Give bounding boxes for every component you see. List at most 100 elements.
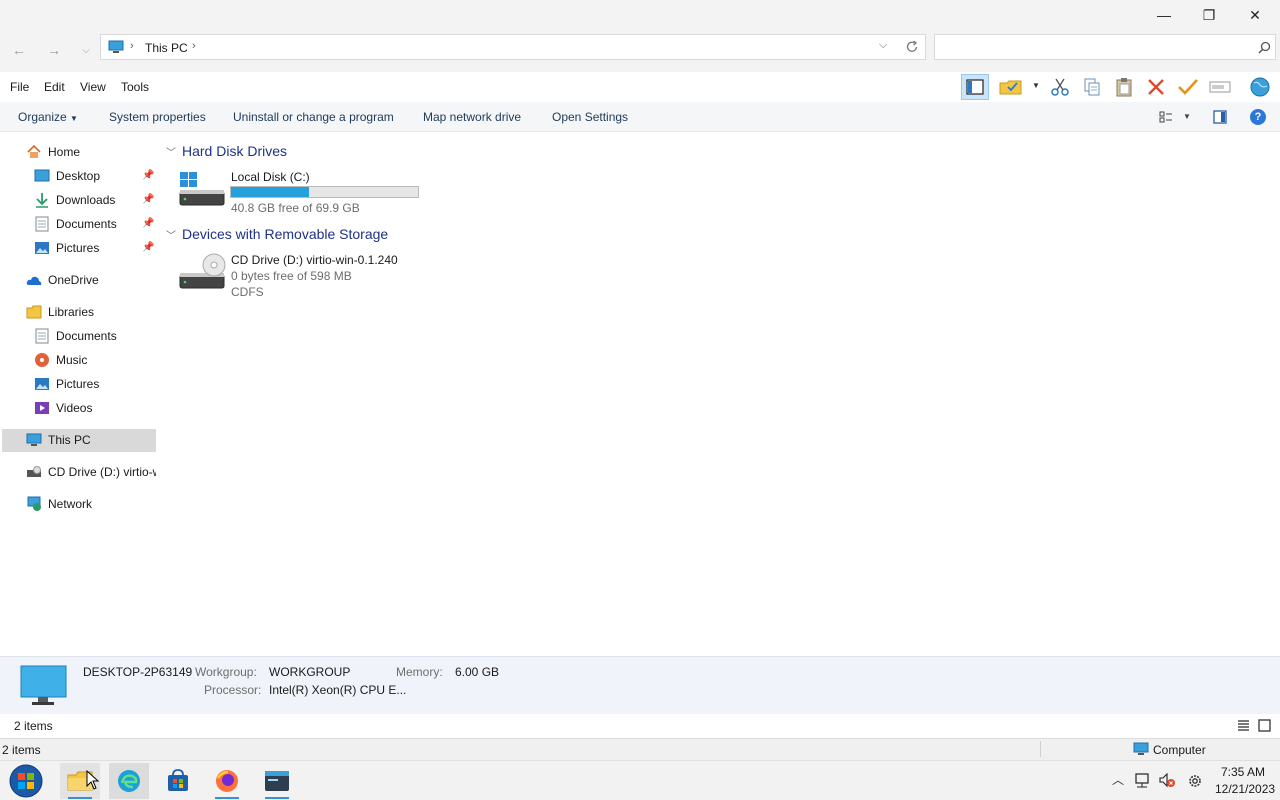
speaker-muted-icon[interactable] xyxy=(1158,773,1176,789)
taskbar-edge[interactable] xyxy=(109,763,149,799)
collapse-chevron-icon: ﹀ xyxy=(166,147,176,159)
rename-button[interactable] xyxy=(1206,74,1234,100)
folder-check-icon xyxy=(999,80,1022,95)
nav-library-documents[interactable]: Documents xyxy=(34,325,117,347)
pin-icon[interactable]: 📌 xyxy=(142,170,154,181)
group-header-hard-disk-drives[interactable]: ﹀ Hard Disk Drives xyxy=(166,143,287,159)
nav-cd-drive[interactable]: CD Drive (D:) virtio-win-0.1.240 xyxy=(26,461,156,483)
menu-bar: File Edit View Tools ▼ xyxy=(0,72,1280,102)
nav-desktop[interactable]: Desktop xyxy=(34,165,100,187)
nav-this-pc[interactable]: This PC xyxy=(26,429,91,451)
nav-library-videos[interactable]: Videos xyxy=(34,397,92,419)
picture-icon xyxy=(34,240,50,256)
address-row: ← → ⌵ › This PC › ⌵ xyxy=(0,30,1280,72)
start-button[interactable] xyxy=(6,763,46,799)
menu-file[interactable]: File xyxy=(10,80,29,94)
nav-pictures[interactable]: Pictures xyxy=(34,237,99,259)
nav-library-music[interactable]: Music xyxy=(34,349,87,371)
address-bar[interactable]: › This PC › ⌵ xyxy=(100,34,926,60)
recent-locations-button[interactable]: ⌵ xyxy=(74,38,98,62)
check-icon xyxy=(1178,79,1198,95)
taskbar-firefox[interactable] xyxy=(207,763,247,799)
menu-view[interactable]: View xyxy=(80,80,106,94)
status-bar: 2 items xyxy=(0,714,1280,738)
cut-button[interactable] xyxy=(1046,74,1074,100)
search-box[interactable] xyxy=(934,34,1276,60)
paste-button[interactable] xyxy=(1110,74,1138,100)
view-options-dropdown-icon[interactable]: ▼ xyxy=(1183,112,1191,121)
properties-button[interactable] xyxy=(1174,74,1202,100)
system-properties-button[interactable]: System properties xyxy=(109,110,206,124)
breadcrumb-this-pc[interactable]: This PC xyxy=(145,41,188,55)
drive-c-tile[interactable]: Local Disk (C:) 40.8 GB free of 69.9 GB xyxy=(178,168,423,216)
preview-pane-button[interactable] xyxy=(961,74,989,100)
copy-button[interactable] xyxy=(1078,74,1106,100)
refresh-icon[interactable] xyxy=(905,40,919,54)
rename-icon xyxy=(1209,81,1231,93)
item-count: 2 items xyxy=(14,719,53,733)
home-icon xyxy=(26,144,42,160)
search-icon[interactable] xyxy=(1258,41,1271,54)
drive-d-tile[interactable]: CD Drive (D:) virtio-win-0.1.240 0 bytes… xyxy=(178,251,423,301)
taskbar-store[interactable] xyxy=(158,763,198,799)
map-network-drive-button[interactable]: Map network drive xyxy=(423,110,521,124)
address-history-icon[interactable]: ⌵ xyxy=(879,39,887,52)
copy-icon xyxy=(1084,78,1100,96)
folder-options-button[interactable] xyxy=(997,74,1025,100)
mouse-cursor-icon xyxy=(86,770,100,790)
nav-network[interactable]: Network xyxy=(26,493,92,515)
nav-documents[interactable]: Documents xyxy=(34,213,117,235)
clock-date[interactable]: 12/21/2023 xyxy=(1215,782,1275,796)
clock-time[interactable]: 7:35 AM xyxy=(1221,765,1265,779)
nav-pictures-label: Pictures xyxy=(56,241,100,255)
menu-edit[interactable]: Edit xyxy=(44,80,65,94)
nav-libraries[interactable]: Libraries xyxy=(26,301,94,323)
large-icons-view-icon[interactable] xyxy=(1258,719,1271,732)
processor-value: Intel(R) Xeon(R) CPU E... xyxy=(269,683,407,697)
menu-tools[interactable]: Tools xyxy=(121,80,149,94)
organize-button[interactable]: Organize ▼ xyxy=(18,110,78,124)
uninstall-program-button[interactable]: Uninstall or change a program xyxy=(233,110,394,124)
network-icon xyxy=(26,496,42,512)
pin-icon[interactable]: 📌 xyxy=(142,242,154,253)
details-view-icon[interactable] xyxy=(1237,719,1250,732)
folder-icon xyxy=(26,304,42,320)
memory-value: 6.00 GB xyxy=(455,665,500,679)
preview-pane-toggle-icon[interactable] xyxy=(1213,110,1227,124)
video-icon xyxy=(34,400,50,416)
search-input[interactable] xyxy=(939,38,1249,56)
title-bar: — ❐ ✕ xyxy=(0,0,1280,30)
pin-icon[interactable]: 📌 xyxy=(142,218,154,229)
pin-icon[interactable]: 📌 xyxy=(142,194,154,205)
forward-button[interactable]: → xyxy=(42,38,66,62)
group-header-removable-storage[interactable]: ﹀ Devices with Removable Storage xyxy=(166,226,388,242)
close-button[interactable]: ✕ xyxy=(1232,0,1278,30)
nav-libraries-label: Libraries xyxy=(48,305,95,319)
item-count-bottom: 2 items xyxy=(2,743,41,757)
show-hidden-icons-icon[interactable]: ︿ xyxy=(1112,771,1124,788)
nav-home[interactable]: Home xyxy=(26,141,80,163)
nav-downloads-label: Downloads xyxy=(56,193,116,207)
minimize-button[interactable]: — xyxy=(1141,0,1187,30)
nav-library-pictures[interactable]: Pictures xyxy=(34,373,99,395)
delete-button[interactable] xyxy=(1142,74,1170,100)
view-options-icon[interactable] xyxy=(1159,110,1173,124)
terminal-icon xyxy=(265,771,289,791)
computer-icon xyxy=(26,432,42,448)
nav-downloads[interactable]: Downloads xyxy=(34,189,115,211)
nav-onedrive[interactable]: OneDrive xyxy=(26,269,99,291)
help-icon[interactable]: ? xyxy=(1250,109,1266,125)
network-status-icon[interactable] xyxy=(1134,773,1152,789)
workgroup-value: WORKGROUP xyxy=(269,665,351,679)
maximize-button[interactable]: ❐ xyxy=(1186,0,1232,30)
drive-c-usage-bar xyxy=(230,186,419,198)
group-removable-label: Devices with Removable Storage xyxy=(182,226,389,242)
breadcrumb-chevron-icon[interactable]: › xyxy=(192,40,196,52)
collapse-chevron-icon: ﹀ xyxy=(166,230,176,242)
back-button[interactable]: ← xyxy=(7,38,31,62)
settings-gear-icon[interactable] xyxy=(1186,772,1204,790)
open-settings-button[interactable]: Open Settings xyxy=(552,110,628,124)
internet-button[interactable] xyxy=(1246,74,1274,100)
taskbar-terminal[interactable] xyxy=(257,763,297,799)
folder-options-dropdown-icon[interactable]: ▼ xyxy=(1032,81,1040,90)
